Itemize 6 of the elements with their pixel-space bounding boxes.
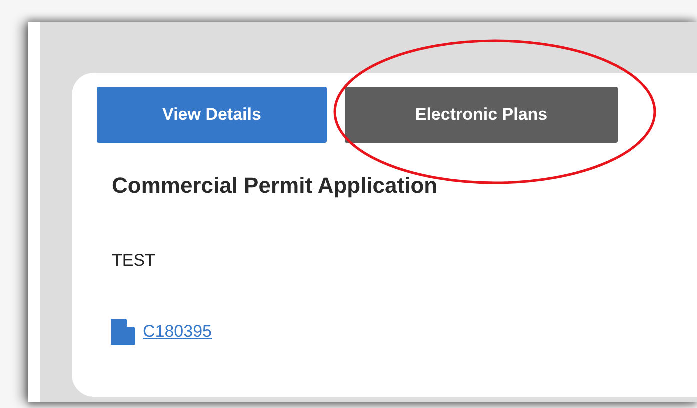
plans-button[interactable]: Electronic Plans: [345, 87, 618, 143]
permit-title: Commercial Permit Application: [112, 173, 439, 199]
document-icon: [111, 319, 135, 345]
attachment-link[interactable]: C180395: [143, 322, 212, 342]
permit-description: TEST: [112, 251, 156, 271]
details-button[interactable]: View Details: [97, 87, 327, 143]
